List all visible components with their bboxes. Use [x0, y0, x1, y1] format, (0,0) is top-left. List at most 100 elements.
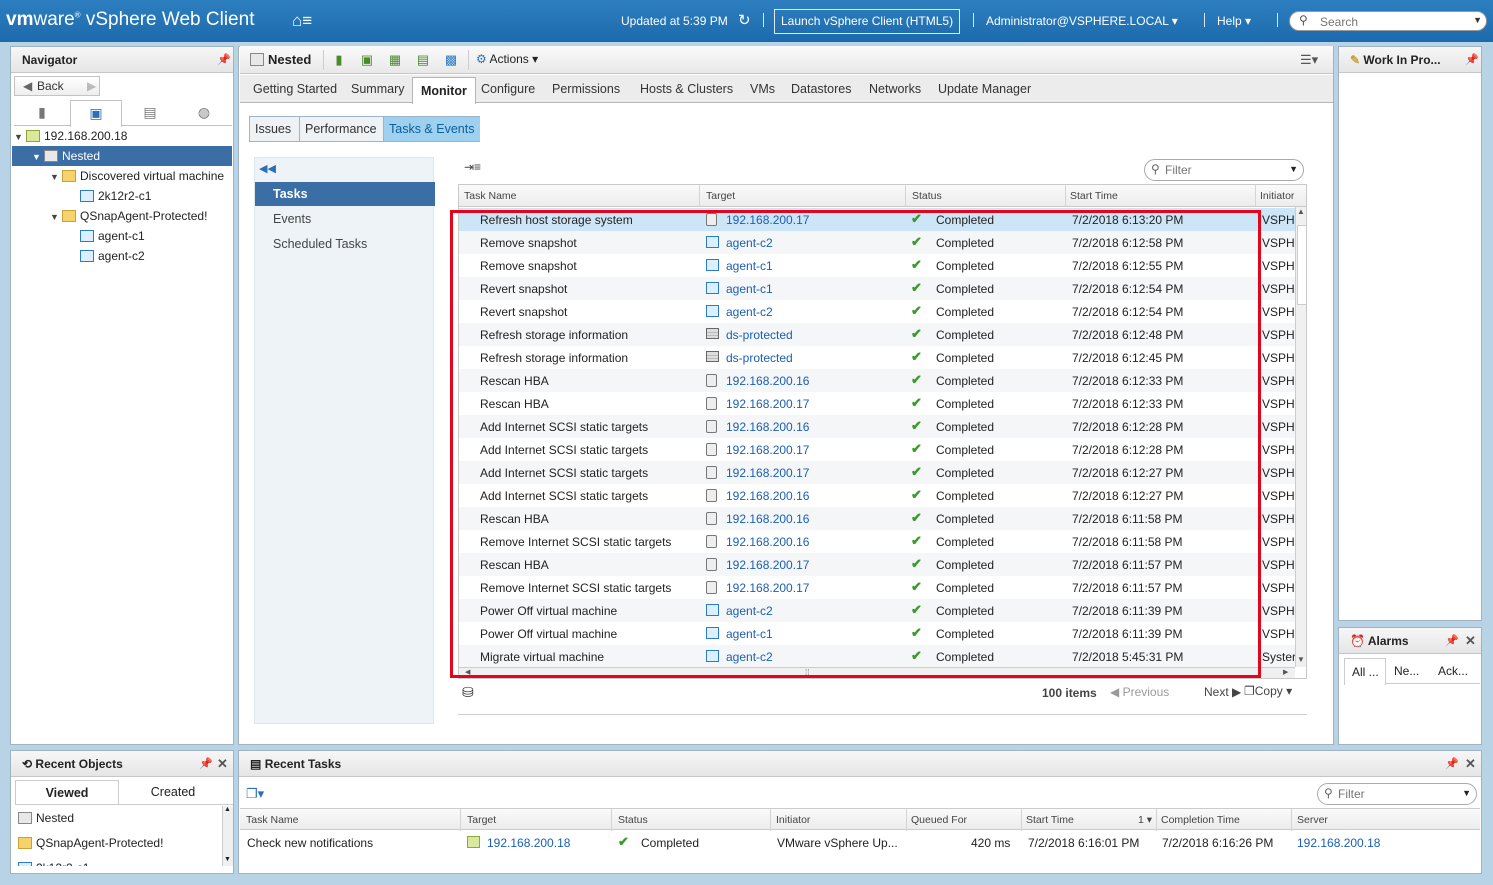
task-row[interactable]: Remove snapshot agent-c2 ✔ Completed 7/2/201… [459, 231, 1295, 254]
task-target-link[interactable]: 192.168.200.17 [726, 213, 809, 227]
task-target-link[interactable]: 192.168.200.18 [487, 836, 570, 850]
scroll-down-icon[interactable]: ▼ [1297, 655, 1305, 664]
chevron-down-icon[interactable]: ▼ [1289, 164, 1298, 174]
binoculars-icon[interactable]: ⛁ [462, 684, 474, 701]
col-separator[interactable] [1255, 185, 1256, 207]
tab-vms[interactable]: VMs [750, 82, 775, 96]
splitter[interactable] [458, 714, 1307, 715]
col-separator[interactable] [1021, 809, 1022, 831]
col-target[interactable]: Target [467, 814, 496, 826]
col-status[interactable]: Status [912, 190, 942, 202]
close-icon[interactable]: ✕ [1465, 756, 1476, 772]
task-row[interactable]: Rescan HBA 192.168.200.16 ✔ Completed 7/2/20… [459, 369, 1295, 392]
global-search[interactable]: ⚲ ▼ [1289, 11, 1487, 31]
col-separator[interactable] [1065, 185, 1066, 207]
close-icon[interactable]: ✕ [1465, 633, 1476, 649]
col-separator[interactable] [770, 809, 771, 831]
previous-button[interactable]: ◀ Previous [1110, 685, 1169, 699]
help-menu[interactable]: Help ▾ [1217, 14, 1251, 28]
collapse-icon[interactable]: ◀◀ [259, 162, 276, 175]
scroll-left-icon[interactable]: ◀ [465, 668, 470, 676]
menu-events[interactable]: Events [255, 207, 435, 231]
panel-menu-icon[interactable]: ☰▾ [1300, 52, 1318, 68]
refresh-icon[interactable]: ↻ [738, 11, 751, 29]
pin-icon[interactable]: 📌 [1465, 53, 1479, 66]
recent-tasks-filter[interactable]: ⚲ ▼ [1317, 783, 1477, 805]
task-row[interactable]: Add Internet SCSI static targets 192.168.… [459, 484, 1295, 507]
tab-summary[interactable]: Summary [351, 82, 404, 96]
col-separator[interactable] [1156, 809, 1157, 831]
col-start-time[interactable]: Start Time [1026, 814, 1074, 826]
tab-hosts-clusters[interactable]: Hosts & Clusters [640, 82, 733, 96]
tab-created[interactable]: Created [121, 780, 225, 804]
task-row[interactable]: Revert snapshot agent-c2 ✔ Completed 7/2/201… [459, 300, 1295, 323]
task-row[interactable]: Rescan HBA 192.168.200.17 ✔ Completed 7/2/20… [459, 392, 1295, 415]
col-separator[interactable] [699, 185, 700, 207]
task-row[interactable]: Add Internet SCSI static targets 192.168.… [459, 438, 1295, 461]
launch-html5-button[interactable]: Launch vSphere Client (HTML5) [774, 9, 961, 34]
storage-tab-icon[interactable]: ▤ [124, 100, 176, 126]
tab-networks[interactable]: Networks [869, 82, 921, 96]
task-row[interactable]: Power Off virtual machine agent-c2 ✔ Comple… [459, 599, 1295, 622]
filter-input[interactable] [1165, 163, 1275, 177]
col-separator[interactable] [1291, 809, 1292, 831]
task-target-link[interactable]: 192.168.200.16 [726, 420, 809, 434]
subtab-performance[interactable]: Performance [300, 117, 384, 141]
task-target-link[interactable]: agent-c1 [726, 627, 773, 641]
forward-arrow-icon[interactable]: ▶ [87, 79, 96, 93]
task-target-link[interactable]: agent-c2 [726, 305, 773, 319]
task-target-link[interactable]: agent-c1 [726, 282, 773, 296]
tree-item-host[interactable]: ▼ 192.168.200.18 [14, 126, 232, 146]
scroll-right-icon[interactable]: ▶ [1283, 668, 1288, 676]
task-row[interactable]: Remove snapshot agent-c1 ✔ Completed 7/2/201… [459, 254, 1295, 277]
col-initiator[interactable]: Initiator [1260, 190, 1294, 202]
tasks-filter[interactable]: ⚲ ▼ [1144, 159, 1304, 181]
chevron-down-icon[interactable]: ▼ [1473, 15, 1482, 25]
col-status[interactable]: Status [618, 814, 648, 826]
scroll-up-icon[interactable]: ▲ [224, 806, 231, 813]
recent-item[interactable]: 2k12r2-c1 [18, 858, 89, 866]
task-row[interactable]: Add Internet SCSI static targets 192.168.… [459, 461, 1295, 484]
col-separator[interactable] [611, 809, 612, 831]
pin-icon[interactable]: 📌 [199, 757, 213, 770]
col-completion-time[interactable]: Completion Time [1161, 814, 1240, 826]
task-server-link[interactable]: 192.168.200.18 [1297, 836, 1380, 850]
filter-toggle-icon[interactable]: ⇥≡ [464, 160, 481, 174]
recent-item[interactable]: QSnapAgent-Protected! [18, 833, 163, 853]
task-target-link[interactable]: 192.168.200.17 [726, 466, 809, 480]
task-target-link[interactable]: 192.168.200.17 [726, 397, 809, 411]
copy-button[interactable]: ❐Copy ▾ [1244, 684, 1292, 698]
task-target-link[interactable]: agent-c2 [726, 604, 773, 618]
task-target-link[interactable]: agent-c2 [726, 650, 773, 664]
add-host-icon[interactable]: ▮ [331, 52, 347, 68]
tree-item-agent-c1[interactable]: agent-c1 [80, 226, 232, 246]
task-target-link[interactable]: 192.168.200.16 [726, 535, 809, 549]
task-target-link[interactable]: 192.168.200.17 [726, 443, 809, 457]
scroll-grip[interactable]: ⁞⁞ [805, 668, 809, 677]
col-separator[interactable] [905, 185, 906, 207]
menu-scheduled-tasks[interactable]: Scheduled Tasks [255, 232, 435, 256]
task-row[interactable]: Revert snapshot agent-c1 ✔ Completed 7/2/201… [459, 277, 1295, 300]
back-button[interactable]: ◀ Back ▶ [14, 76, 100, 96]
close-icon[interactable]: ✕ [217, 756, 228, 772]
deploy-ovf-icon[interactable]: ▦ [387, 52, 403, 68]
task-row[interactable]: Rescan HBA 192.168.200.17 ✔ Completed 7/2/20… [459, 553, 1295, 576]
tree-item-nested[interactable]: ▼ Nested [12, 146, 232, 166]
actions-menu[interactable]: ⚙ Actions ▾ [476, 52, 538, 66]
new-resource-pool-icon[interactable]: ▤ [415, 52, 431, 68]
scroll-thumb[interactable] [1297, 225, 1306, 305]
task-row[interactable]: Migrate virtual machine agent-c2 ✔ Complete… [459, 645, 1296, 668]
task-target-link[interactable]: 192.168.200.17 [726, 581, 809, 595]
tab-viewed[interactable]: Viewed [15, 780, 119, 804]
new-vapp-icon[interactable]: ▩ [443, 52, 459, 68]
pin-icon[interactable]: 📌 [1445, 757, 1459, 770]
task-row[interactable]: Refresh storage information ds-protected ✔… [459, 323, 1295, 346]
new-vm-icon[interactable]: ▣ [359, 52, 375, 68]
task-row[interactable]: Refresh host storage system 192.168.200.1… [459, 208, 1295, 231]
alarm-tab-new[interactable]: Ne... [1394, 664, 1419, 678]
task-filter-menu-icon[interactable]: ❐▾ [246, 786, 264, 802]
vertical-scrollbar[interactable]: ▲ ▼ [1295, 207, 1306, 667]
tab-configure[interactable]: Configure [481, 82, 535, 96]
hosts-clusters-tab-icon[interactable]: ▮ [16, 100, 68, 126]
task-target-link[interactable]: ds-protected [726, 351, 793, 365]
